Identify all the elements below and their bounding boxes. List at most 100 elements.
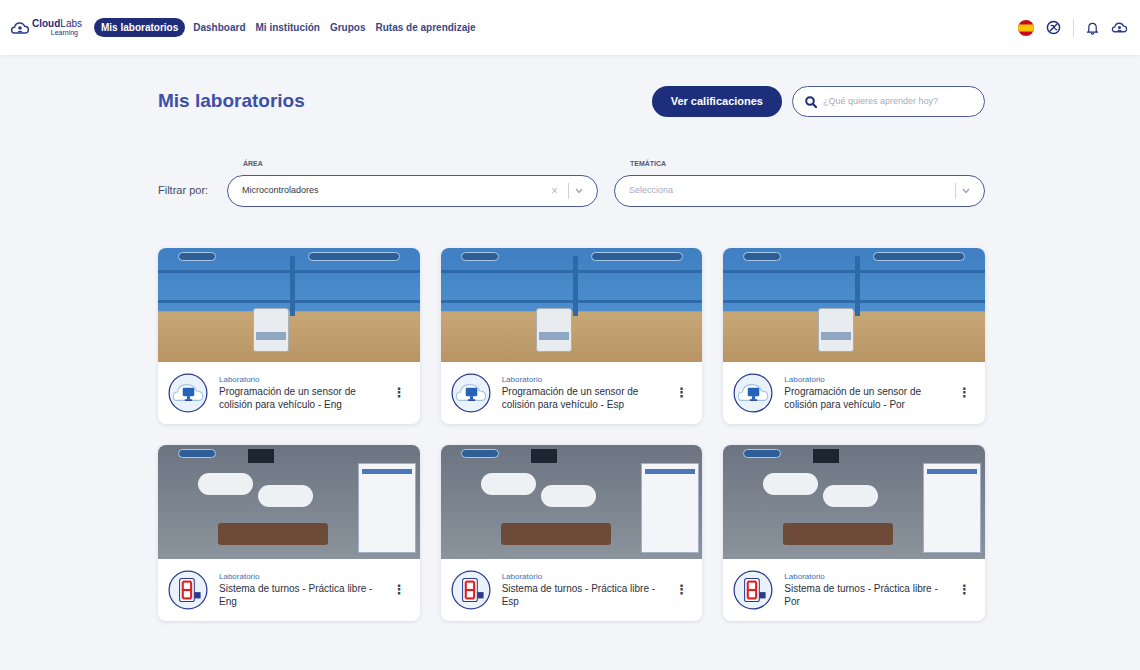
card-text: LaboratorioSistema de turnos - Práctica … xyxy=(502,571,664,608)
overlay-control xyxy=(873,252,965,261)
card-type: Laboratorio xyxy=(502,374,664,385)
lab-card[interactable]: LaboratorioProgramación de un sensor de … xyxy=(158,248,420,424)
shelf xyxy=(441,300,703,303)
lab-card[interactable]: LaboratorioProgramación de un sensor de … xyxy=(441,248,703,424)
desk xyxy=(823,485,878,507)
card-title[interactable]: Sistema de turnos - Práctica libre - Por xyxy=(784,582,946,608)
globe-icon xyxy=(1046,20,1061,35)
card-menu-button[interactable]: ⋮ xyxy=(673,383,690,403)
desk xyxy=(541,485,596,507)
card-title[interactable]: Sistema de turnos - Práctica libre - Eng xyxy=(219,582,381,608)
bench xyxy=(501,523,611,545)
card-menu-button[interactable]: ⋮ xyxy=(391,383,408,403)
lab-card[interactable]: LaboratorioSistema de turnos - Práctica … xyxy=(158,445,420,621)
cloudlabs-logo-icon xyxy=(10,19,30,37)
microcontroller-panel xyxy=(358,463,416,553)
computer-sensor-icon xyxy=(732,372,774,414)
overlay-control xyxy=(461,449,499,458)
card-title[interactable]: Programación de un sensor de colisión pa… xyxy=(219,385,381,411)
content: Mis laboratoriosVer calificacionesFiltra… xyxy=(158,86,985,621)
nav-item[interactable]: Grupos xyxy=(328,18,368,37)
header-actions xyxy=(1018,19,1130,37)
chevron-down-icon xyxy=(962,188,970,194)
device xyxy=(536,308,572,352)
lab-preview xyxy=(723,445,985,559)
lab-preview xyxy=(441,445,703,559)
card-info: LaboratorioProgramación de un sensor de … xyxy=(723,362,985,424)
card-title[interactable]: Programación de un sensor de colisión pa… xyxy=(502,385,664,411)
shelf-post xyxy=(855,256,860,316)
card-text: LaboratorioProgramación de un sensor de … xyxy=(219,374,381,411)
search-box[interactable] xyxy=(792,86,985,117)
tematica-select[interactable]: Selecciona xyxy=(614,175,985,207)
overlay-control xyxy=(743,252,781,261)
shelf xyxy=(441,270,703,273)
card-menu-button[interactable]: ⋮ xyxy=(673,580,690,600)
area-label: ÁREA xyxy=(227,159,598,170)
nav-item[interactable]: Mis laboratorios xyxy=(94,18,185,37)
lab-preview xyxy=(158,248,420,362)
shelf xyxy=(723,300,985,303)
card-menu-button[interactable]: ⋮ xyxy=(391,580,408,600)
seven-segment-display-icon xyxy=(732,569,774,611)
card-info: LaboratorioSistema de turnos - Práctica … xyxy=(723,559,985,621)
search-input[interactable] xyxy=(823,95,972,109)
nav-item[interactable]: Mi institución xyxy=(254,18,322,37)
panel-header xyxy=(362,469,412,474)
seven-segment-display-icon xyxy=(167,569,209,611)
panel-header xyxy=(645,469,695,474)
grades-button[interactable]: Ver calificaciones xyxy=(652,86,782,117)
page-title: Mis laboratorios xyxy=(158,87,305,116)
separator xyxy=(955,183,956,199)
card-text: LaboratorioProgramación de un sensor de … xyxy=(502,374,664,411)
profile-logo-icon xyxy=(1111,20,1128,35)
top-bar: CloudLabsLearning Mis laboratorios Dashboa… xyxy=(0,0,1140,55)
area-select[interactable]: Microcontroladores× xyxy=(227,175,598,207)
bell-icon xyxy=(1086,21,1099,35)
logo[interactable]: CloudLabsLearning xyxy=(10,19,82,37)
card-menu-button[interactable]: ⋮ xyxy=(956,580,973,600)
spain-flag-icon xyxy=(1018,20,1034,36)
desk xyxy=(763,473,818,495)
brand: CloudLabs xyxy=(32,19,82,29)
card-text: LaboratorioSistema de turnos - Práctica … xyxy=(219,571,381,608)
screen xyxy=(813,449,839,463)
seven-segment-display-icon xyxy=(450,569,492,611)
lab-card[interactable]: LaboratorioSistema de turnos - Práctica … xyxy=(723,445,985,621)
nav-item[interactable]: Dashboard xyxy=(191,18,247,37)
shelf xyxy=(723,270,985,273)
brand-bold: Cloud xyxy=(32,19,60,29)
card-info: LaboratorioProgramación de un sensor de … xyxy=(158,362,420,424)
logo-text: CloudLabsLearning xyxy=(32,19,82,36)
lab-card[interactable]: LaboratorioProgramación de un sensor de … xyxy=(723,248,985,424)
lab-card[interactable]: LaboratorioSistema de turnos - Práctica … xyxy=(441,445,703,621)
card-info: LaboratorioProgramación de un sensor de … xyxy=(441,362,703,424)
overlay-control xyxy=(591,252,683,261)
clear-button[interactable]: × xyxy=(547,182,562,200)
nav-item[interactable]: Rutas de aprendizaje xyxy=(374,18,478,37)
shelf-post xyxy=(573,256,578,316)
lab-preview xyxy=(723,248,985,362)
desk xyxy=(481,473,536,495)
overlay-control xyxy=(178,449,216,458)
main-nav: Mis laboratorios Dashboard Mi institución G… xyxy=(94,18,478,37)
shelf xyxy=(158,270,420,273)
panel-header xyxy=(927,469,977,474)
overlay-control xyxy=(743,449,781,458)
lab-preview xyxy=(158,445,420,559)
card-title[interactable]: Sistema de turnos - Práctica libre - Esp xyxy=(502,582,664,608)
tematica-label: TEMÁTICA xyxy=(614,159,985,170)
device-panel xyxy=(256,332,286,340)
tematica-filter: TEMÁTICA Selecciona xyxy=(614,159,985,207)
shelf xyxy=(158,300,420,303)
computer-sensor-icon xyxy=(167,372,209,414)
microcontroller-panel xyxy=(923,463,981,553)
card-menu-button[interactable]: ⋮ xyxy=(956,383,973,403)
card-text: LaboratorioSistema de turnos - Práctica … xyxy=(784,571,946,608)
card-title[interactable]: Programación de un sensor de colisión pa… xyxy=(784,385,946,411)
card-text: LaboratorioProgramación de un sensor de … xyxy=(784,374,946,411)
device xyxy=(253,308,289,352)
brand-light: Labs xyxy=(60,19,82,29)
device-panel xyxy=(539,332,569,340)
card-info: LaboratorioSistema de turnos - Práctica … xyxy=(158,559,420,621)
